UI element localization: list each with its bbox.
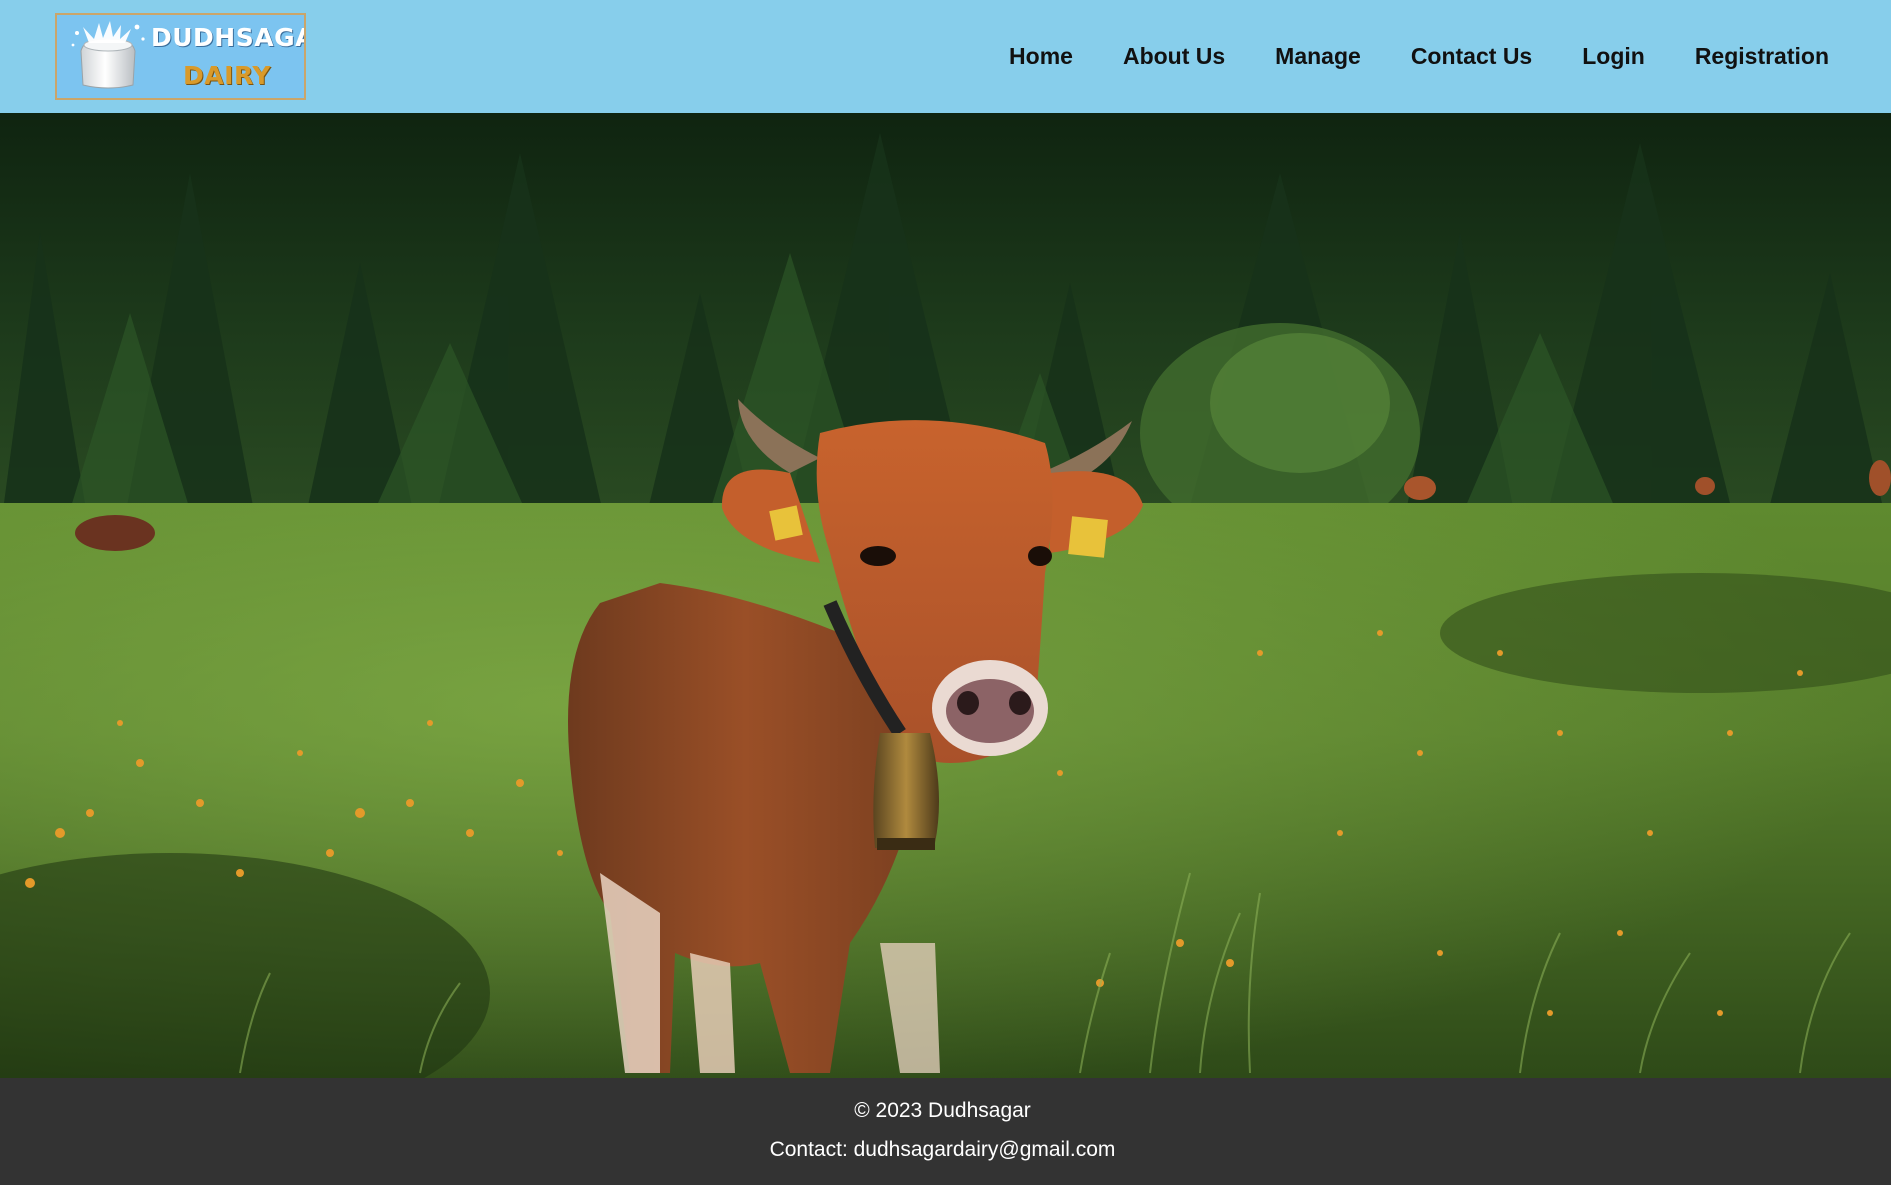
logo-line-2: DAIRY (183, 61, 271, 90)
site-logo[interactable]: DUDHSAGAR DAIRY (55, 13, 306, 100)
nav-manage[interactable]: Manage (1275, 43, 1361, 70)
milk-splash-jug-icon (71, 21, 145, 89)
nav-registration[interactable]: Registration (1695, 43, 1829, 70)
footer-copyright: © 2023 Dudhsagar (854, 1099, 1031, 1122)
page: DUDHSAGAR DAIRY Home About Us Manage Con… (0, 0, 1891, 1188)
site-header: DUDHSAGAR DAIRY Home About Us Manage Con… (0, 0, 1891, 113)
hero-image (0, 113, 1891, 1078)
cow-in-meadow-photo (0, 113, 1891, 1078)
nav-about-us[interactable]: About Us (1123, 43, 1225, 70)
nav-contact-us[interactable]: Contact Us (1411, 43, 1532, 70)
main-nav: Home About Us Manage Contact Us Login Re… (1009, 0, 1829, 113)
nav-home[interactable]: Home (1009, 43, 1073, 70)
site-footer: © 2023 Dudhsagar Contact: dudhsagardairy… (0, 1078, 1891, 1185)
footer-contact: Contact: dudhsagardairy@gmail.com (769, 1138, 1116, 1161)
nav-login[interactable]: Login (1582, 43, 1645, 70)
logo-line-1: DUDHSAGAR (151, 23, 304, 52)
